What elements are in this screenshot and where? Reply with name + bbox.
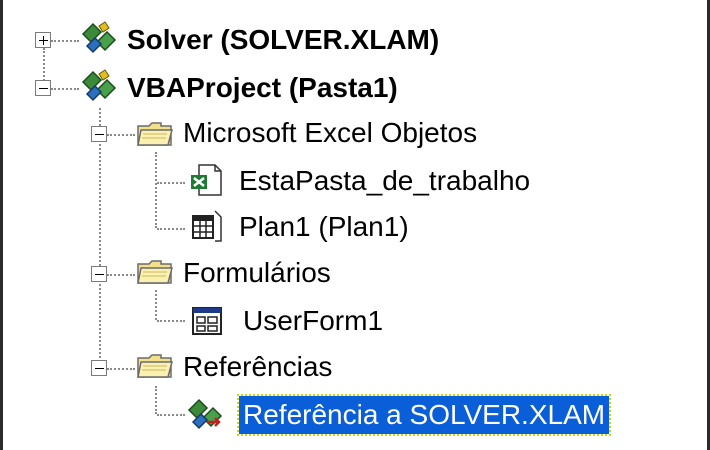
tree-line (157, 320, 185, 322)
tree-line (157, 414, 185, 416)
project-explorer-tree: Solver (SOLVER.XLAM) VBAProject (Pasta1)… (0, 0, 710, 450)
tree-line (107, 274, 135, 276)
tree-line (51, 40, 79, 42)
tree-line (99, 108, 101, 374)
tree-item-vbaproject[interactable]: VBAProject (Pasta1) (127, 69, 398, 107)
tree-item-workbook[interactable]: EstaPasta_de_trabalho (239, 162, 530, 200)
folder-icon (135, 116, 175, 152)
collapse-toggle[interactable] (91, 126, 107, 142)
tree-item-solver-project[interactable]: Solver (SOLVER.XLAM) (127, 21, 439, 59)
userform-icon (187, 302, 227, 338)
collapse-toggle[interactable] (35, 80, 51, 96)
excel-workbook-icon (187, 162, 227, 198)
tree-line (107, 134, 135, 136)
tree-line (107, 368, 135, 370)
tree-item-sheet-plan1[interactable]: Plan1 (Plan1) (239, 208, 409, 246)
tree-item-solver-reference[interactable]: Referência a SOLVER.XLAM (236, 394, 612, 436)
worksheet-icon (187, 208, 227, 244)
collapse-toggle[interactable] (91, 360, 107, 376)
tree-item-userform1[interactable]: UserForm1 (243, 302, 383, 340)
vba-project-icon (79, 20, 119, 56)
folder-icon (135, 254, 175, 290)
reference-icon (185, 396, 225, 432)
tree-item-references[interactable]: Referências (183, 348, 332, 386)
vba-project-icon (79, 68, 119, 104)
tree-line (155, 152, 157, 228)
collapse-toggle[interactable] (91, 266, 107, 282)
tree-item-forms[interactable]: Formulários (183, 254, 331, 292)
tree-line (155, 386, 157, 414)
tree-line (157, 182, 185, 184)
tree-line (51, 88, 79, 90)
tree-item-excel-objects[interactable]: Microsoft Excel Objetos (183, 114, 477, 152)
folder-icon (135, 348, 175, 384)
expand-toggle[interactable] (35, 32, 51, 48)
tree-line (157, 228, 185, 230)
tree-line (155, 290, 157, 320)
